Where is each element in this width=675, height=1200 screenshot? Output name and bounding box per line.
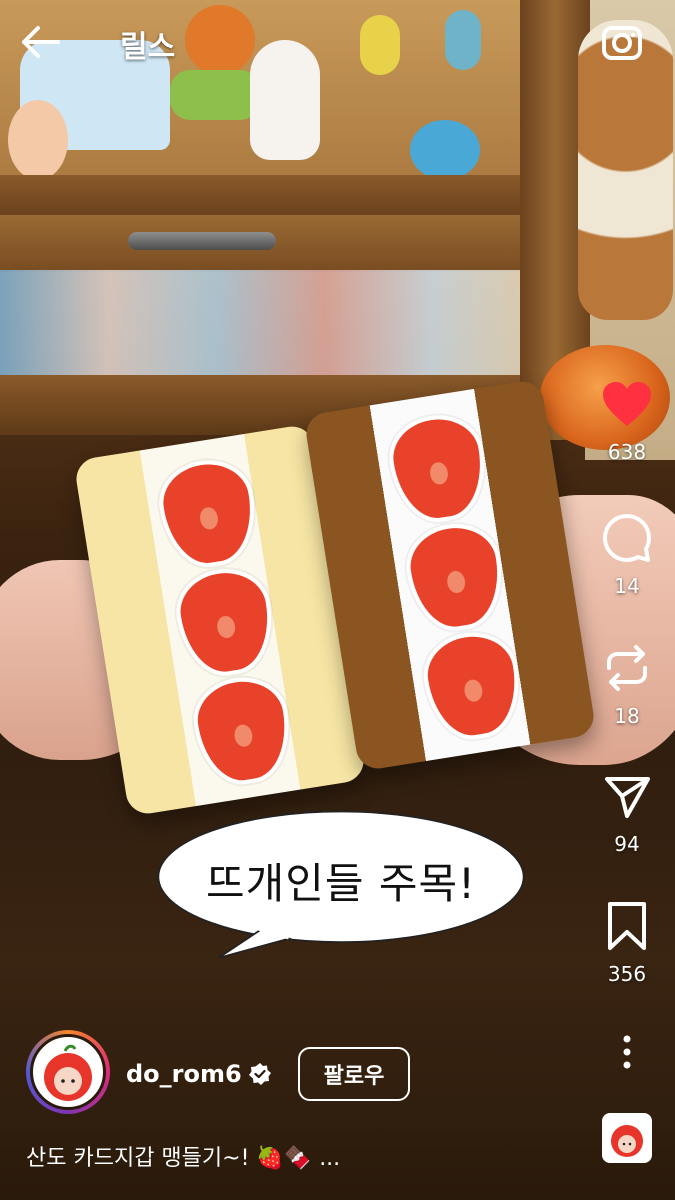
speech-bubble-text: 뜨개인들 주목! xyxy=(205,859,477,908)
camera-button[interactable] xyxy=(598,18,646,66)
comment-icon xyxy=(602,513,651,562)
strawberry xyxy=(383,408,493,529)
verified-badge-icon xyxy=(249,1063,271,1085)
drawer-handle xyxy=(128,232,276,250)
strawberry xyxy=(400,517,511,637)
author-username[interactable]: do_rom6 xyxy=(126,1060,242,1088)
strawberry xyxy=(153,453,263,574)
glass-cabinet xyxy=(0,270,540,375)
strawberry xyxy=(170,562,281,682)
share-count: 94 xyxy=(614,832,640,856)
camera-icon xyxy=(602,26,642,60)
bookmark-icon xyxy=(608,902,646,950)
comment-button[interactable]: 14 xyxy=(594,512,660,598)
audio-thumbnail[interactable] xyxy=(602,1113,652,1163)
like-button[interactable]: 638 xyxy=(594,380,660,464)
more-button[interactable] xyxy=(594,1035,660,1069)
save-button[interactable]: 356 xyxy=(594,900,660,986)
crochet-toy xyxy=(410,120,480,180)
strawberry xyxy=(187,671,298,791)
repost-icon xyxy=(607,645,647,691)
like-count: 638 xyxy=(607,440,647,464)
share-button[interactable]: 94 xyxy=(594,772,660,856)
follow-button[interactable]: 팔로우 xyxy=(298,1047,410,1101)
save-count: 356 xyxy=(607,962,647,986)
more-vertical-icon xyxy=(623,1035,631,1069)
strawberry xyxy=(417,626,528,746)
comment-count: 14 xyxy=(614,574,640,598)
reels-screen: 뜨개인들 주목! 릴스 638 14 18 94 356 do_rom6 팔로우… xyxy=(0,0,675,1200)
repost-button[interactable]: 18 xyxy=(594,642,660,728)
page-title: 릴스 xyxy=(120,30,176,65)
send-icon xyxy=(605,777,650,818)
caption-more[interactable]: ... xyxy=(319,1146,340,1171)
avatar[interactable] xyxy=(30,1034,106,1110)
arrow-left-icon xyxy=(22,26,60,58)
caption[interactable]: 산도 카드지갑 맹들기~! 🍓🍫... xyxy=(26,1140,340,1172)
heart-icon xyxy=(603,382,651,426)
caption-text: 산도 카드지갑 맹들기~! 🍓🍫 xyxy=(26,1146,312,1171)
audio-character-icon xyxy=(611,1125,643,1157)
avatar-character-icon xyxy=(44,1044,92,1101)
back-button[interactable] xyxy=(18,22,62,62)
top-bar: 릴스 xyxy=(0,0,675,84)
repost-count: 18 xyxy=(614,704,640,728)
shelf-board xyxy=(0,175,560,218)
crochet-toy xyxy=(8,100,68,180)
